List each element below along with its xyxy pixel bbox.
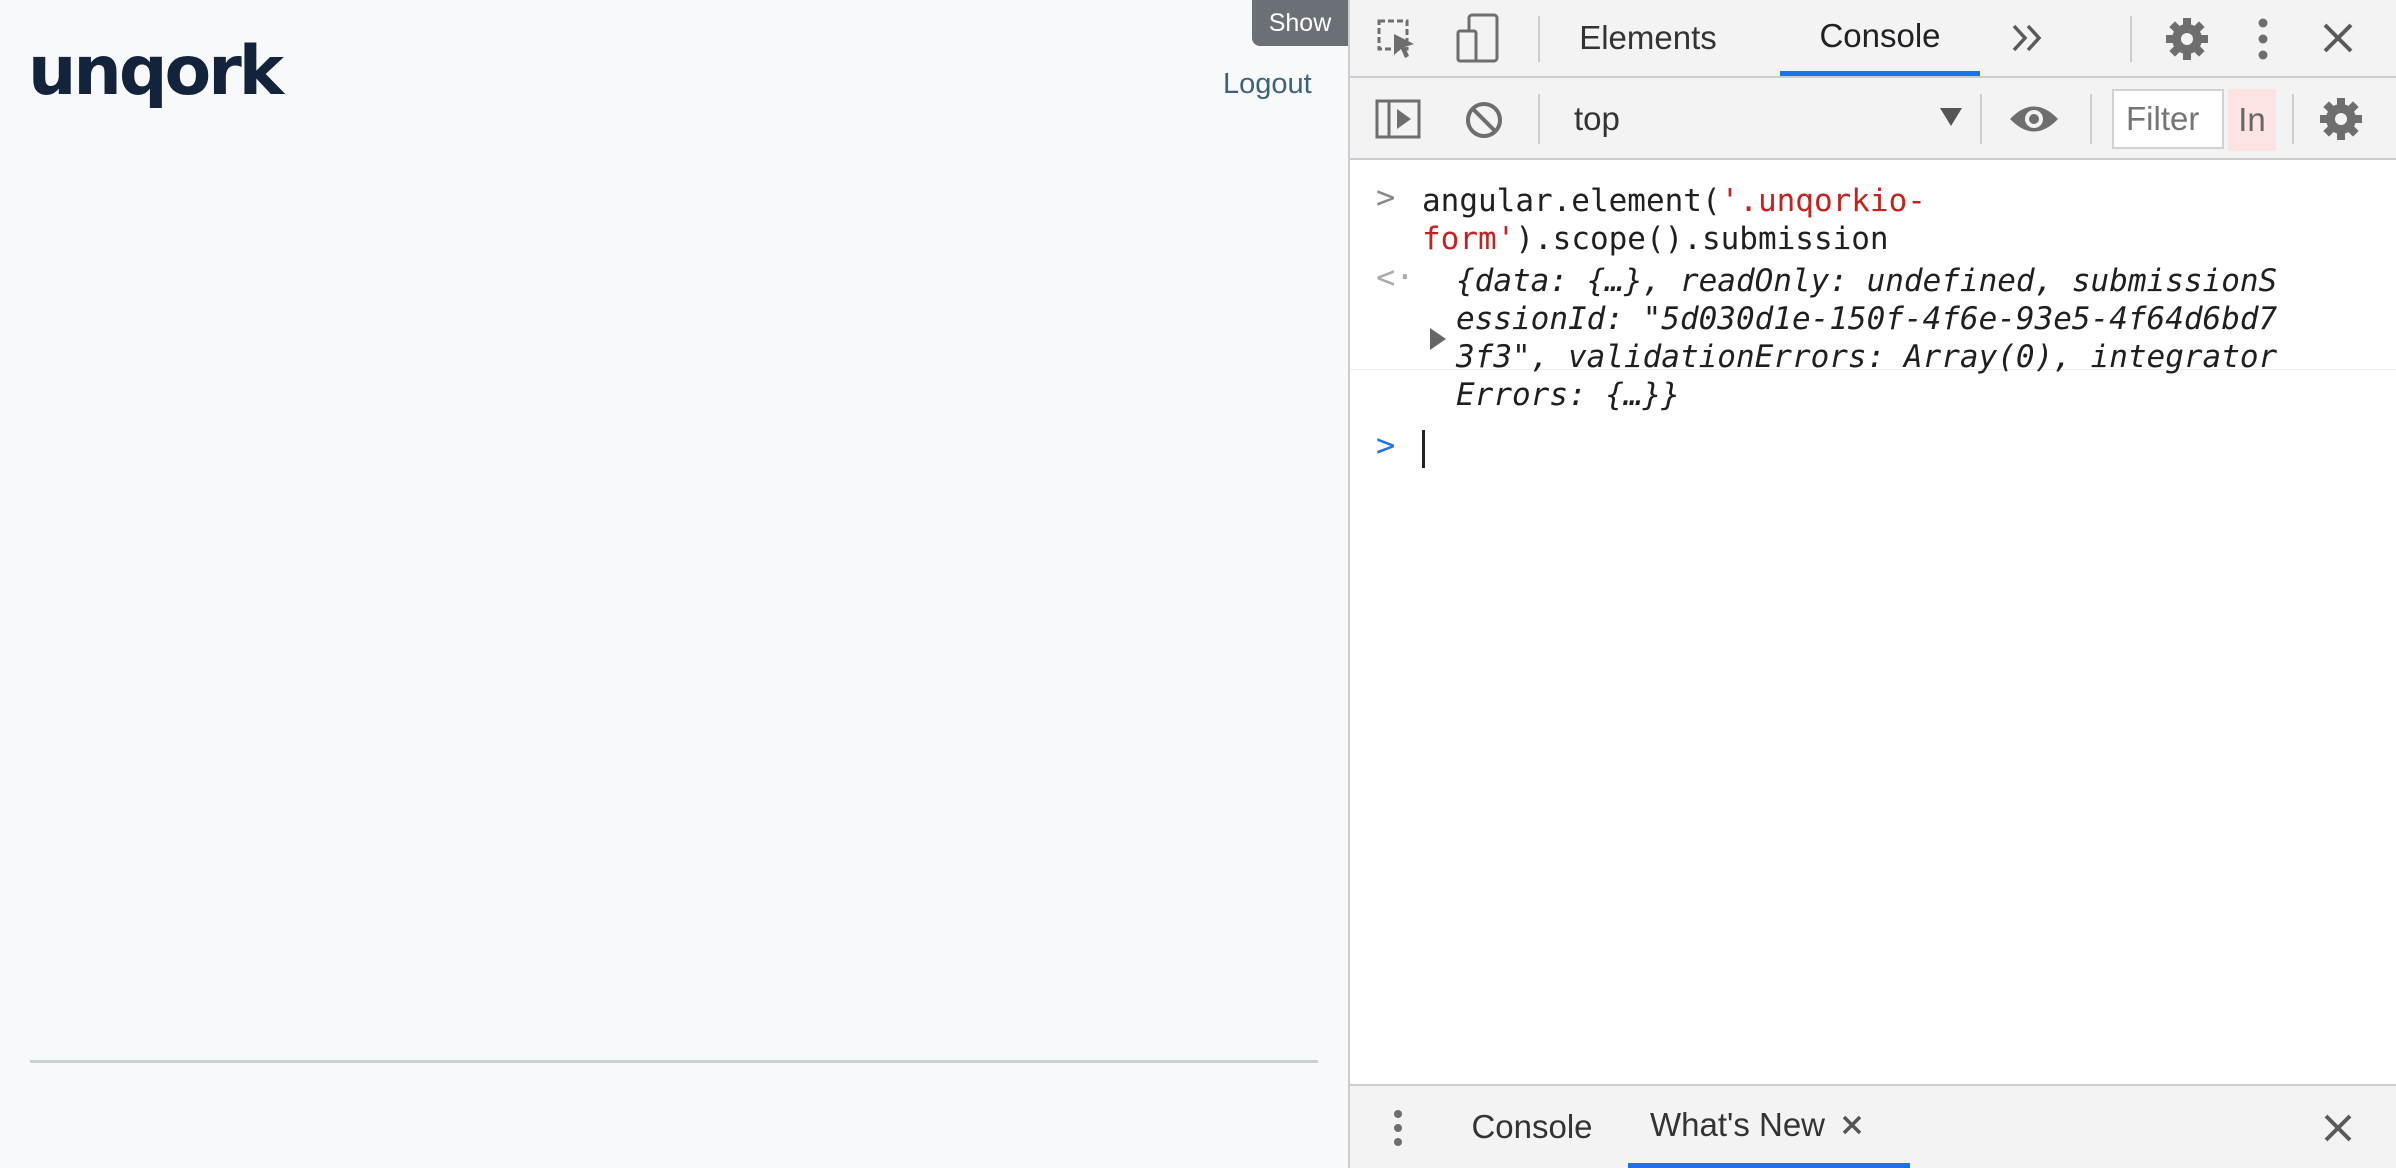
- result-line-1: {data: {…}, readOnly: undefined, submiss…: [1456, 263, 2278, 299]
- console-output[interactable]: > angular.element('.unqorkio- form').sco…: [1350, 160, 2396, 1084]
- result-line-3: 3f3", validationErrors: Array(0), integr…: [1456, 339, 2278, 375]
- dropdown-arrow-icon: [1940, 108, 1962, 126]
- text-cursor[interactable]: [1422, 430, 1425, 468]
- drawer-menu-icon[interactable]: [1386, 1106, 1410, 1150]
- kebab-menu-icon[interactable]: [2248, 14, 2278, 64]
- drawer-tab-whats-new-label: What's New: [1650, 1105, 1826, 1143]
- close-tab-icon[interactable]: [1841, 1106, 1863, 1144]
- tab-console[interactable]: Console: [1780, 0, 1980, 76]
- result-line-2: essionId: "5d030d1e-150f-4f6e-93e5-4f64d…: [1456, 301, 2278, 337]
- close-devtools-icon[interactable]: [2318, 18, 2358, 58]
- drawer-tab-console[interactable]: Console: [1462, 1086, 1602, 1168]
- expand-triangle-icon[interactable]: [1430, 328, 1446, 350]
- tab-elements[interactable]: Elements: [1568, 0, 1728, 76]
- console-prompt-icon: >: [1376, 426, 1396, 464]
- log-levels-dropdown[interactable]: In: [2228, 89, 2276, 151]
- result-line-4: Errors: {…}}: [1456, 377, 1680, 413]
- unqork-logo[interactable]: unqork: [28, 38, 284, 106]
- console-toolbar: top In: [1350, 78, 2396, 160]
- clear-console-icon[interactable]: [1462, 98, 1506, 142]
- context-value: top: [1574, 100, 1620, 137]
- app-pane: unqork Show Logout: [0, 0, 1348, 1168]
- context-select[interactable]: top: [1568, 94, 1968, 144]
- drawer-tab-whats-new[interactable]: What's New: [1628, 1086, 1910, 1168]
- inspect-element-icon[interactable]: [1374, 16, 1420, 62]
- console-input-line2: form').scope().submission: [1422, 221, 1889, 257]
- filter-input[interactable]: [2112, 89, 2224, 149]
- close-drawer-icon[interactable]: [2318, 1108, 2358, 1148]
- devtools-tabbar: Elements Console: [1350, 0, 2396, 78]
- input-prompt-icon: >: [1376, 178, 1396, 216]
- devtools-drawer: Console What's New: [1350, 1084, 2396, 1168]
- devtools-panel: Elements Console top Filter In > angular…: [1348, 0, 2396, 1168]
- console-input-entry: > angular.element('.unqorkio- form').sco…: [1350, 172, 2396, 262]
- footer-divider: [30, 1060, 1318, 1063]
- sidebar-toggle-icon[interactable]: [1374, 96, 1422, 142]
- result-return-icon: <·: [1376, 258, 1415, 296]
- show-button[interactable]: Show: [1252, 0, 1348, 46]
- double-chevron-right-icon[interactable]: [2006, 18, 2050, 58]
- gear-icon[interactable]: [2162, 14, 2212, 64]
- device-toolbar-icon[interactable]: [1454, 12, 1502, 66]
- console-input-line1: angular.element('.unqorkio-: [1422, 183, 1926, 219]
- logout-link[interactable]: Logout: [1223, 68, 1312, 101]
- eye-icon[interactable]: [2006, 98, 2062, 140]
- console-settings-icon[interactable]: [2316, 94, 2366, 144]
